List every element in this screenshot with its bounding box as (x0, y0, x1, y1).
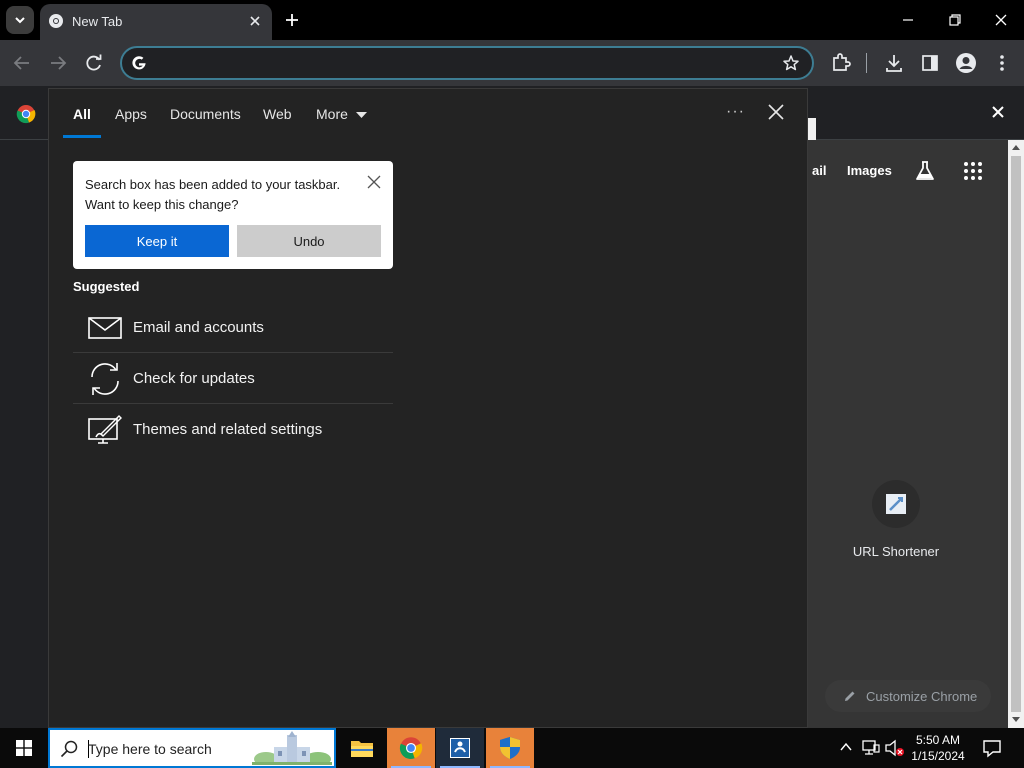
tab-title: New Tab (72, 14, 123, 29)
tab-more-label: More (316, 106, 348, 122)
taskbar-search-box[interactable]: Type here to search (48, 728, 336, 768)
tab-more[interactable]: More (316, 106, 367, 122)
new-tab-button[interactable] (282, 10, 302, 30)
side-panel-icon[interactable] (919, 52, 941, 74)
search-icon (60, 740, 78, 758)
mail-icon (88, 317, 122, 339)
tray-expand-icon[interactable] (839, 740, 853, 754)
suggested-heading: Suggested (73, 279, 140, 294)
suggestion-check-updates[interactable]: Check for updates (73, 354, 393, 404)
restore-icon[interactable] (945, 10, 965, 30)
gmail-link[interactable]: ail (812, 163, 826, 178)
customize-chrome-label: Customize Chrome (866, 689, 978, 704)
back-icon[interactable] (11, 52, 33, 74)
toast-message: Search box has been added to your taskba… (85, 177, 341, 212)
scroll-down-arrow-icon[interactable] (1011, 716, 1021, 724)
scrollbar-thumb[interactable] (1011, 156, 1021, 712)
toast-close-icon[interactable] (367, 175, 381, 189)
shortcut-url-shortener[interactable]: URL Shortener (846, 478, 946, 568)
caret-down-icon (355, 111, 367, 118)
chrome-favicon-icon (49, 14, 63, 28)
close-info-bar-icon[interactable] (990, 104, 1006, 120)
chrome-logo-icon (16, 105, 36, 124)
taskbar-search-placeholder: Type here to search (88, 741, 212, 757)
omnibox-input[interactable] (156, 54, 756, 74)
bookmark-star-icon[interactable] (782, 54, 800, 72)
volume-muted-icon[interactable] (885, 739, 905, 757)
page-scrollbar[interactable] (1008, 140, 1024, 728)
shortcut-label: URL Shortener (852, 544, 940, 559)
folder-icon (351, 741, 373, 757)
close-panel-icon[interactable] (767, 103, 785, 121)
clock-date: 1/15/2024 (911, 749, 965, 763)
labs-flask-icon[interactable] (914, 160, 936, 182)
clock-time: 5:50 AM (915, 733, 961, 747)
tab-all[interactable]: All (73, 106, 91, 122)
suggestion-email-accounts[interactable]: Email and accounts (73, 303, 393, 353)
suggestion-label: Themes and related settings (133, 421, 323, 438)
notification-center-icon[interactable] (982, 738, 1002, 758)
taskbar-change-toast: Search box has been added to your taskba… (73, 161, 393, 269)
taskbar-app-blue[interactable] (436, 728, 484, 768)
address-bar[interactable] (120, 46, 814, 80)
app-icon (450, 738, 470, 758)
url-shortener-favicon-icon (886, 494, 906, 514)
windows-taskbar: Type here to search 5:50 AM 1/15/2024 (0, 728, 1024, 768)
ntp-content-area (808, 140, 1008, 728)
pencil-icon (845, 691, 855, 701)
tab-search-button[interactable] (6, 6, 34, 34)
network-icon[interactable] (862, 739, 880, 757)
images-link[interactable]: Images (847, 163, 892, 178)
undo-button[interactable]: Undo (237, 225, 381, 257)
search-highlight-illustration-icon (252, 731, 332, 765)
toolbar-divider (866, 53, 867, 73)
profile-avatar-icon[interactable] (955, 52, 977, 74)
chevron-down-icon (15, 17, 25, 24)
windows-search-panel: All Apps Documents Web More ··· Search b… (48, 88, 808, 728)
personalize-icon (88, 415, 122, 444)
system-clock[interactable]: 5:50 AM 1/15/2024 (908, 732, 968, 764)
suggestion-label: Check for updates (133, 370, 255, 387)
active-tab-indicator (63, 135, 101, 138)
close-window-icon[interactable] (991, 10, 1011, 30)
keep-it-button[interactable]: Keep it (85, 225, 229, 257)
shield-icon (500, 737, 520, 759)
suggestion-label: Email and accounts (133, 319, 264, 336)
taskbar-chrome[interactable] (387, 728, 435, 768)
more-options-button[interactable]: ··· (726, 103, 745, 121)
tab-strip: New Tab (0, 0, 1024, 40)
close-tab-icon[interactable] (246, 12, 264, 30)
minimize-icon[interactable] (898, 10, 918, 30)
taskbar-file-explorer[interactable] (338, 728, 386, 768)
windows-logo-icon (16, 740, 32, 756)
sync-icon (91, 363, 119, 395)
menu-kebab-icon[interactable] (991, 52, 1013, 74)
tab-new-tab[interactable]: New Tab (40, 4, 272, 40)
scroll-up-arrow-icon[interactable] (1011, 143, 1021, 151)
tab-apps[interactable]: Apps (115, 106, 147, 122)
customize-chrome-button[interactable]: Customize Chrome (825, 680, 991, 712)
downloads-icon[interactable] (883, 52, 905, 74)
suggestion-themes-settings[interactable]: Themes and related settings (73, 405, 393, 455)
shortcut-tile (872, 480, 920, 528)
tab-web[interactable]: Web (263, 106, 292, 122)
extensions-icon[interactable] (830, 52, 852, 74)
start-button[interactable] (0, 728, 48, 768)
ntp-top-links: ail Images (808, 158, 1008, 184)
reload-icon[interactable] (83, 52, 105, 74)
forward-icon[interactable] (47, 52, 69, 74)
page-scroll-fragment (808, 118, 816, 140)
tab-documents[interactable]: Documents (170, 106, 241, 122)
browser-toolbar (0, 40, 1024, 86)
apps-grid-icon[interactable] (963, 161, 983, 181)
google-g-icon (132, 56, 146, 70)
taskbar-app-shield[interactable] (486, 728, 534, 768)
chrome-logo-icon (399, 737, 423, 759)
